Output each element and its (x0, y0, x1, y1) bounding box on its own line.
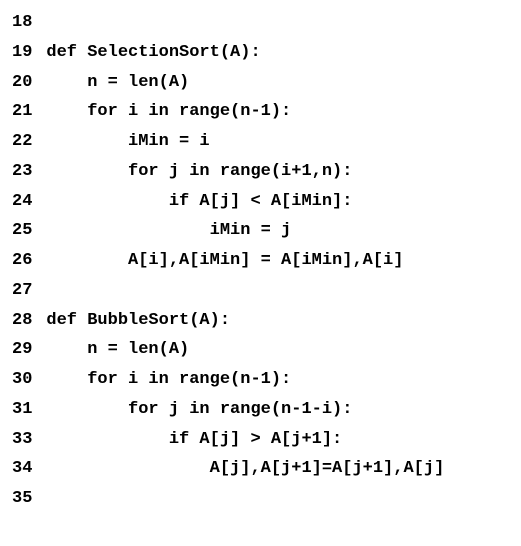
line-text: if A[j] < A[iMin]: (46, 187, 509, 217)
line-number: 20 (12, 68, 46, 98)
code-line: 18 (12, 8, 509, 38)
line-text: if A[j] > A[j+1]: (46, 425, 509, 455)
line-number: 27 (12, 276, 46, 306)
line-text: def SelectionSort(A): (46, 38, 509, 68)
code-line: 28 def BubbleSort(A): (12, 306, 509, 336)
code-line: 24 if A[j] < A[iMin]: (12, 187, 509, 217)
code-line: 22 iMin = i (12, 127, 509, 157)
code-line: 30 for i in range(n-1): (12, 365, 509, 395)
line-number: 19 (12, 38, 46, 68)
line-number: 21 (12, 97, 46, 127)
code-line: 21 for i in range(n-1): (12, 97, 509, 127)
line-text: for i in range(n-1): (46, 365, 509, 395)
code-line: 20 n = len(A) (12, 68, 509, 98)
line-number: 24 (12, 187, 46, 217)
line-text: for i in range(n-1): (46, 97, 509, 127)
line-number: 28 (12, 306, 46, 336)
line-number: 22 (12, 127, 46, 157)
line-text (46, 8, 509, 38)
code-listing: 18 19 def SelectionSort(A): 20 n = len(A… (12, 8, 509, 514)
code-line: 34 A[j],A[j+1]=A[j+1],A[j] (12, 454, 509, 484)
line-text: def BubbleSort(A): (46, 306, 509, 336)
code-line: 35 (12, 484, 509, 514)
line-text: n = len(A) (46, 335, 509, 365)
code-line: 19 def SelectionSort(A): (12, 38, 509, 68)
line-text (46, 276, 509, 306)
code-line: 23 for j in range(i+1,n): (12, 157, 509, 187)
line-number: 29 (12, 335, 46, 365)
code-line: 27 (12, 276, 509, 306)
line-number: 18 (12, 8, 46, 38)
line-text: iMin = i (46, 127, 509, 157)
line-number: 31 (12, 395, 46, 425)
code-line: 31 for j in range(n-1-i): (12, 395, 509, 425)
line-text: for j in range(n-1-i): (46, 395, 509, 425)
code-line: 33 if A[j] > A[j+1]: (12, 425, 509, 455)
code-line: 29 n = len(A) (12, 335, 509, 365)
line-text: n = len(A) (46, 68, 509, 98)
line-text: A[j],A[j+1]=A[j+1],A[j] (46, 454, 509, 484)
line-number: 25 (12, 216, 46, 246)
line-text: A[i],A[iMin] = A[iMin],A[i] (46, 246, 509, 276)
code-line: 25 iMin = j (12, 216, 509, 246)
line-number: 30 (12, 365, 46, 395)
line-number: 34 (12, 454, 46, 484)
line-text: iMin = j (46, 216, 509, 246)
line-number: 23 (12, 157, 46, 187)
line-number: 35 (12, 484, 46, 514)
line-number: 33 (12, 425, 46, 455)
line-text (46, 484, 509, 514)
code-line: 26 A[i],A[iMin] = A[iMin],A[i] (12, 246, 509, 276)
line-number: 26 (12, 246, 46, 276)
line-text: for j in range(i+1,n): (46, 157, 509, 187)
